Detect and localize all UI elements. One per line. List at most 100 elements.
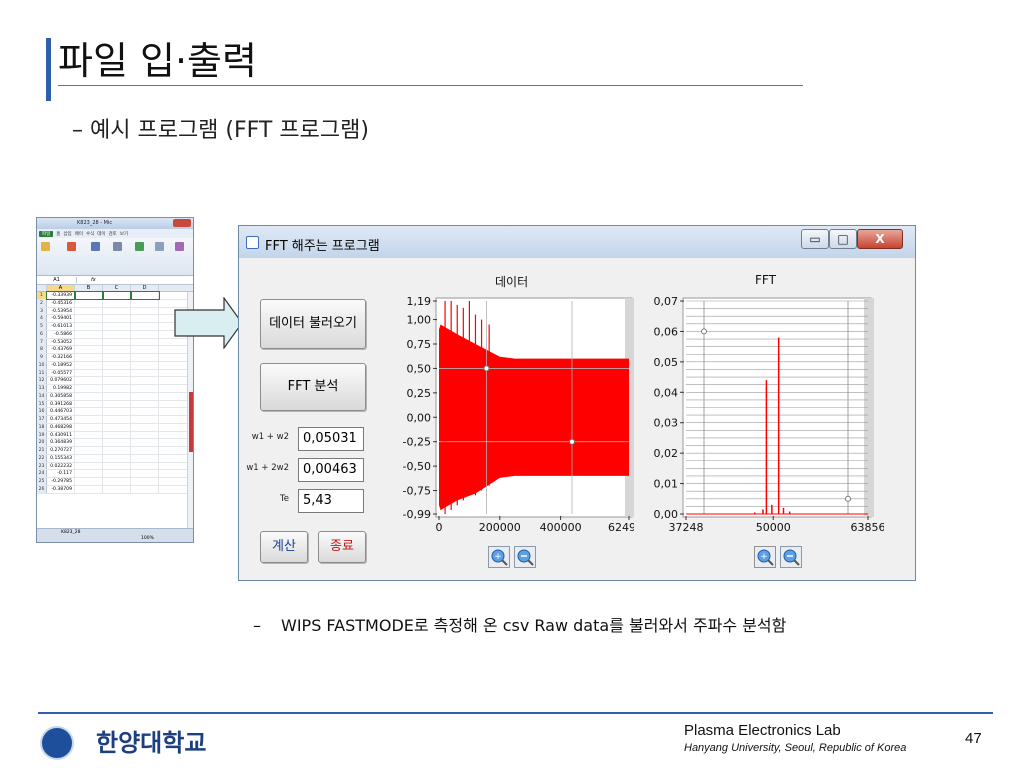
table-row[interactable]: 12 0.079602 (37, 377, 193, 385)
table-row[interactable]: 4 -0.59401 (37, 315, 193, 323)
table-row[interactable]: 22 0.155343 (37, 454, 193, 463)
empty-cell[interactable] (131, 408, 159, 415)
load-data-button[interactable]: 데이터 불러오기 (260, 299, 366, 349)
row-number[interactable]: 15 (37, 400, 47, 408)
cell-value[interactable]: 0.391268 (47, 400, 75, 408)
empty-cell[interactable] (131, 377, 159, 384)
table-row[interactable]: 13 0.19982 (37, 385, 193, 393)
cell-value[interactable]: 0.468298 (47, 423, 75, 431)
empty-cell[interactable] (131, 454, 159, 462)
cell-value[interactable]: 0.473454 (47, 416, 75, 423)
name-box[interactable]: A1 (37, 277, 77, 283)
table-row[interactable]: 14 0.305858 (37, 392, 193, 401)
column-header[interactable]: A (47, 285, 75, 291)
empty-cell[interactable] (103, 323, 131, 330)
row-number[interactable]: 17 (37, 416, 47, 423)
empty-cell[interactable] (75, 323, 103, 330)
empty-cell[interactable] (75, 423, 103, 431)
excel-tab[interactable]: 검토 (109, 231, 117, 237)
zoom-out-icon[interactable] (514, 546, 536, 568)
row-number[interactable]: 23 (37, 462, 47, 470)
fft-analyze-button[interactable]: FFT 분석 (260, 363, 366, 411)
row-number[interactable]: 20 (37, 439, 47, 446)
empty-cell[interactable] (103, 385, 131, 392)
empty-cell[interactable] (75, 454, 103, 462)
empty-cell[interactable] (75, 385, 103, 392)
table-row[interactable]: 10 -0.18952 (37, 361, 193, 370)
paste-icon[interactable] (41, 242, 50, 251)
table-row[interactable]: 6 -0.5866 (37, 330, 193, 339)
cell-value[interactable]: 0.079602 (47, 377, 75, 384)
cell-value[interactable]: -0.33939 (46, 291, 76, 300)
empty-cell[interactable] (131, 338, 159, 346)
excel-tab[interactable]: 수식 (86, 231, 94, 237)
empty-cell[interactable] (103, 423, 131, 431)
empty-cell[interactable] (75, 431, 103, 439)
row-number[interactable]: 7 (37, 338, 47, 346)
cell-value[interactable]: -0.05577 (47, 369, 75, 377)
row-number[interactable]: 25 (37, 478, 47, 485)
cell-value[interactable]: -0.117 (47, 470, 75, 477)
excel-tab[interactable]: 삽입 (63, 231, 71, 237)
cell-value[interactable]: -0.61013 (47, 323, 75, 330)
excel-tab[interactable]: 데이 (97, 231, 105, 237)
empty-cell[interactable] (131, 354, 159, 361)
fx-icon[interactable]: fx (91, 277, 96, 283)
cell-value[interactable]: 0.364839 (47, 439, 75, 446)
empty-cell[interactable] (75, 377, 103, 384)
table-row[interactable]: 3 -0.53954 (37, 307, 193, 316)
empty-cell[interactable] (102, 291, 132, 300)
empty-cell[interactable] (103, 485, 131, 493)
empty-cell[interactable] (103, 315, 131, 322)
empty-cell[interactable] (103, 470, 131, 477)
cell-value[interactable]: 0.155343 (47, 454, 75, 462)
cell-value[interactable]: -0.53052 (47, 338, 75, 346)
table-row[interactable]: 16 0.446703 (37, 408, 193, 416)
empty-cell[interactable] (103, 478, 131, 485)
empty-cell[interactable] (75, 400, 103, 408)
empty-cell[interactable] (75, 354, 103, 361)
table-row[interactable]: 25 -0.29785 (37, 478, 193, 486)
empty-cell[interactable] (130, 291, 160, 300)
empty-cell[interactable] (103, 439, 131, 446)
row-number[interactable]: 2 (37, 299, 47, 307)
empty-cell[interactable] (103, 392, 131, 400)
row-number[interactable]: 19 (37, 431, 47, 439)
empty-cell[interactable] (131, 299, 159, 307)
empty-cell[interactable] (103, 416, 131, 423)
empty-cell[interactable] (103, 354, 131, 361)
cell-value[interactable]: 0.305858 (47, 392, 75, 400)
table-row[interactable]: 5 -0.61013 (37, 323, 193, 331)
empty-cell[interactable] (103, 408, 131, 415)
empty-cell[interactable] (103, 299, 131, 307)
minimize-button[interactable]: ▭ (801, 229, 829, 249)
cursor-marker[interactable] (845, 495, 851, 502)
excel-tab[interactable]: 홈 (56, 231, 60, 237)
cell-value[interactable]: -0.32166 (47, 354, 75, 361)
empty-cell[interactable] (131, 315, 159, 322)
empty-cell[interactable] (75, 346, 103, 353)
table-row[interactable]: 17 0.473454 (37, 416, 193, 424)
row-number[interactable]: 1 (37, 292, 47, 299)
row-number[interactable]: 6 (37, 330, 47, 338)
zoom-level[interactable]: 100% (141, 536, 154, 541)
empty-cell[interactable] (103, 447, 131, 454)
table-row[interactable]: 19 0.430911 (37, 431, 193, 440)
row-number[interactable]: 16 (37, 408, 47, 415)
empty-cell[interactable] (103, 361, 131, 369)
cell-value[interactable]: 0.022232 (47, 462, 75, 470)
row-number[interactable]: 8 (37, 346, 47, 353)
cell-value[interactable]: -0.29785 (47, 478, 75, 485)
row-number[interactable]: 26 (37, 485, 47, 493)
maximize-button[interactable]: □ (829, 229, 857, 249)
row-number[interactable]: 14 (37, 392, 47, 400)
empty-cell[interactable] (103, 377, 131, 384)
w1-2w2-field[interactable]: 0,00463 (298, 458, 364, 482)
corner-cell[interactable] (37, 285, 47, 291)
empty-cell[interactable] (103, 400, 131, 408)
empty-cell[interactable] (103, 346, 131, 353)
empty-cell[interactable] (131, 447, 159, 454)
column-header[interactable]: D (131, 285, 159, 291)
exit-button[interactable]: 종료 (318, 531, 366, 563)
number-format-icon[interactable] (113, 242, 122, 251)
